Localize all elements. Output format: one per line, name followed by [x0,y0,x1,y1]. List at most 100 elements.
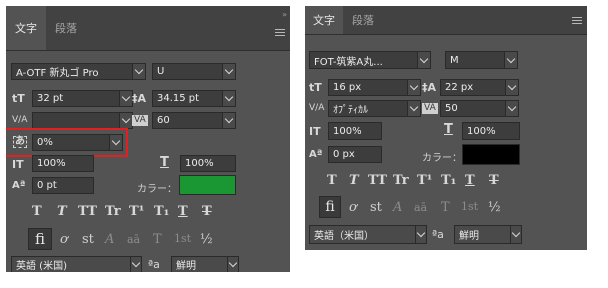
discretionary-ligatures-button[interactable]: st [82,233,94,246]
character-panel-right: 文字 段落 FOT-筑紫A丸... M tT 16 px ‡A 22 px V/… [305,6,587,250]
all-caps-button[interactable]: TT [368,174,387,187]
tracking-dropdown[interactable] [222,112,236,129]
antialias-dropdown[interactable] [510,225,522,244]
character-panel-left: 文字 段落 » A-OTF 新丸ゴ Pro U tT 32 pt ‡A 34.1… [6,6,290,272]
font-size-dropdown[interactable] [407,79,421,96]
old-style-button[interactable]: ơ [60,233,68,246]
leading-dropdown[interactable] [505,79,519,96]
font-style-field[interactable]: M [445,51,505,69]
panel-tab-bar: 文字 段落 » [6,6,290,51]
vertical-scale-field[interactable]: 100% [328,122,382,140]
subscript-button[interactable]: T₁ [154,205,169,218]
tracking-dropdown[interactable] [505,100,519,117]
tab-character[interactable]: 文字 [6,6,46,50]
font-size-field[interactable]: 32 pt [32,90,120,107]
superscript-button[interactable]: T¹ [417,174,432,187]
kerning-field[interactable]: ｵﾌﾟﾃｨｶﾙ [328,100,408,117]
leading-dropdown[interactable] [222,90,236,107]
panel-tab-bar: 文字 段落 [305,6,587,35]
faux-italic-button[interactable]: T [57,205,67,218]
font-family-field[interactable]: FOT-筑紫A丸... [309,51,419,69]
collapse-icon[interactable]: » [282,10,287,19]
ligatures-button[interactable]: fi [319,196,341,218]
font-family-dropdown[interactable] [417,51,431,69]
tab-character[interactable]: 文字 [305,6,343,34]
titling-alternates-button[interactable]: T [441,201,450,214]
color-swatch[interactable] [179,175,236,195]
baseline-shift-icon: Aª [12,180,26,191]
discretionary-ligatures-button[interactable]: st [370,201,382,214]
strikethrough-button[interactable]: T [202,205,212,218]
color-swatch[interactable] [462,144,520,165]
font-family-dropdown[interactable] [132,63,146,80]
highlight-box [6,128,128,157]
color-label: カラー： [137,184,177,195]
language-dropdown[interactable] [130,256,142,272]
vertical-scale-icon: IT [309,125,321,138]
horizontal-scale-field[interactable]: 100% [180,155,236,172]
language-dropdown[interactable] [415,225,427,244]
fractions-button[interactable]: ½ [200,233,213,246]
font-style-dropdown[interactable] [504,51,518,69]
horizontal-scale-field[interactable]: 100% [462,122,520,140]
font-style-dropdown[interactable] [222,63,236,80]
panel-menu-icon[interactable] [275,29,285,38]
faux-bold-button[interactable]: T [32,205,42,218]
old-style-button[interactable]: ơ [349,201,357,214]
antialias-icon: ªa [432,228,444,241]
kerning-dropdown[interactable] [119,112,133,129]
tracking-field[interactable]: 60 [152,112,224,129]
antialias-field[interactable]: 鮮明 [171,256,231,272]
underline-button[interactable]: T [465,174,475,187]
vertical-scale-icon: IT [12,158,24,171]
stylistic-alternates-button[interactable]: aā [414,202,427,213]
leading-icon: ‡A [422,81,437,94]
subscript-button[interactable]: T₁ [441,174,456,187]
vertical-scale-field[interactable]: 100% [32,155,94,172]
ordinals-button[interactable]: 1st [461,201,478,212]
font-family-field[interactable]: A-OTF 新丸ゴ Pro [11,63,133,80]
swash-button[interactable]: A [105,233,114,246]
antialias-icon: ªa [148,258,160,271]
font-size-icon: tT [309,81,322,94]
small-caps-button[interactable]: Tr [105,205,121,218]
ordinals-button[interactable]: 1st [174,233,191,244]
kerning-dropdown[interactable] [407,100,421,117]
tab-paragraph[interactable]: 段落 [46,6,86,50]
all-caps-button[interactable]: TT [78,205,97,218]
font-size-dropdown[interactable] [119,90,133,107]
leading-field[interactable]: 22 px [440,79,506,96]
ligatures-button[interactable]: fi [28,228,52,250]
stylistic-alternates-button[interactable]: aā [127,234,140,245]
tracking-field[interactable]: 50 [440,100,506,117]
antialias-dropdown[interactable] [227,256,239,272]
strikethrough-button[interactable]: T [489,174,499,187]
horizontal-scale-icon: T [160,155,169,170]
small-caps-button[interactable]: Tr [393,174,409,187]
language-field[interactable]: 英語 (米国) [11,256,137,272]
titling-alternates-button[interactable]: T [153,233,162,246]
font-size-field[interactable]: 16 px [328,79,408,96]
font-style-field[interactable]: U [152,63,224,80]
antialias-field[interactable]: 鮮明 [454,225,514,244]
color-label: カラー： [422,153,462,164]
underline-button[interactable]: T [178,205,188,218]
swash-button[interactable]: A [393,201,402,214]
baseline-shift-field[interactable]: 0 pt [32,177,94,194]
panel-menu-icon[interactable] [572,17,582,26]
faux-italic-button[interactable]: T [349,174,359,187]
horizontal-scale-icon: T [444,122,453,137]
baseline-shift-field[interactable]: 0 px [328,146,382,163]
superscript-button[interactable]: T¹ [129,205,144,218]
kerning-icon: V/A [12,115,28,125]
leading-field[interactable]: 34.15 pt [152,90,224,107]
language-field[interactable]: 英語（米国） [309,225,419,244]
fractions-button[interactable]: ½ [488,201,501,214]
tab-paragraph[interactable]: 段落 [343,6,383,34]
font-size-icon: tT [12,92,25,105]
faux-bold-button[interactable]: T [327,174,337,187]
kerning-field[interactable] [32,112,120,129]
kerning-icon: V/A [309,103,325,113]
tracking-icon: VA [422,103,438,114]
baseline-shift-icon: Aª [309,149,323,160]
